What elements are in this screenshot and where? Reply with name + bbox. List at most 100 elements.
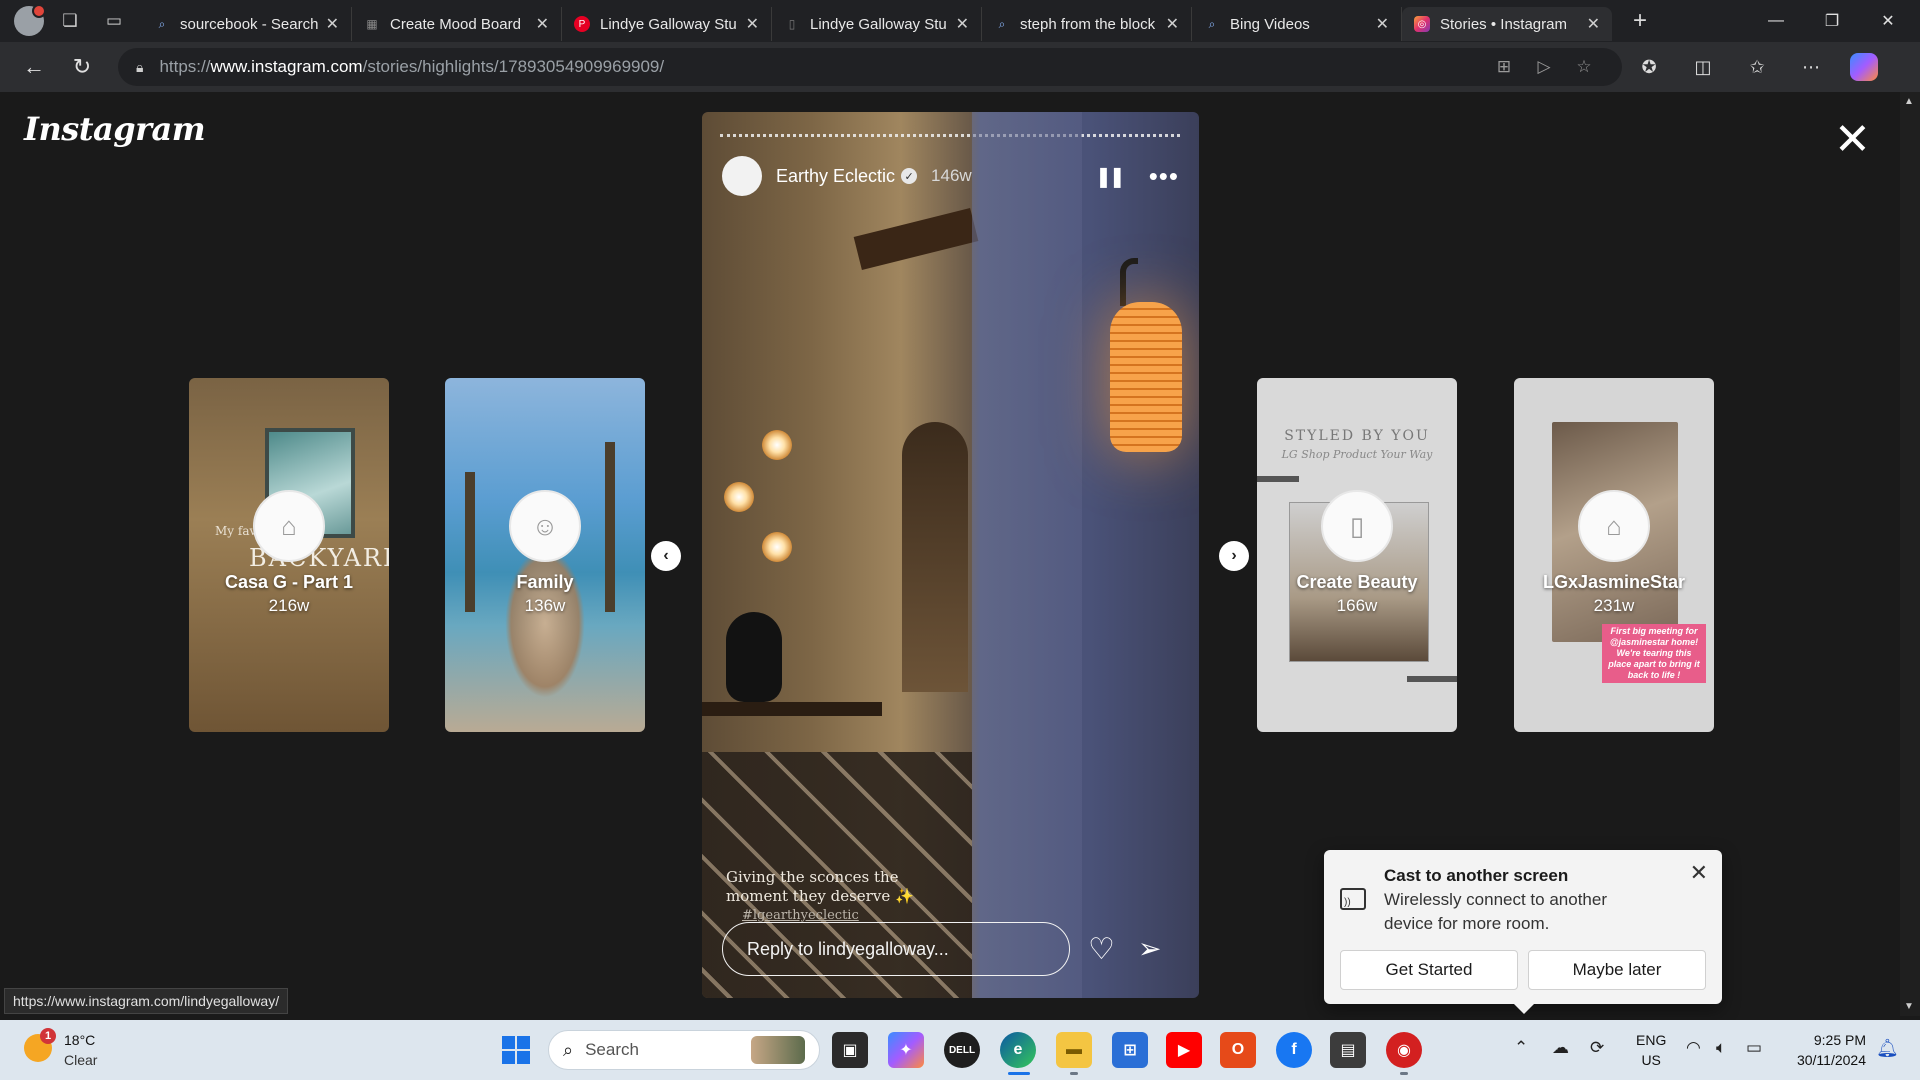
status-bar-url: https://www.instagram.com/lindyegalloway… (4, 988, 289, 1014)
story-image-lamp (1110, 302, 1182, 452)
taskbar-search[interactable]: ⌕ Search (548, 1030, 820, 1070)
story-caption: Giving the sconces the moment they deser… (726, 868, 946, 906)
taskbar-search-label: Search (585, 1040, 639, 1059)
edge-browser-icon[interactable]: e (1000, 1032, 1036, 1068)
tab-mood-board[interactable]: ▦ Create Mood Board ✕ (352, 7, 562, 41)
tab-lindye-pinterest[interactable]: P Lindye Galloway Stu ✕ (562, 7, 772, 41)
caption-line: moment they deserve ✨ (726, 887, 914, 905)
close-tab-icon[interactable]: ✕ (1587, 14, 1600, 34)
close-window-icon[interactable]: ✕ (1860, 0, 1916, 42)
onedrive-cloud-icon[interactable]: ☁ (1552, 1038, 1569, 1058)
previous-story-chevron-icon[interactable]: ‹ (651, 541, 681, 571)
security-app-icon[interactable]: ◉ (1386, 1032, 1422, 1068)
show-hidden-icons-chevron-icon[interactable]: ⌃ (1514, 1038, 1528, 1058)
task-view-icon[interactable]: ▣ (832, 1032, 868, 1068)
split-screen-icon[interactable]: ◫ (1676, 57, 1730, 78)
workspaces-icon[interactable]: ❏ (52, 5, 88, 37)
microsoft-store-icon[interactable]: ⊞ (1112, 1032, 1148, 1068)
notification-bell-icon[interactable]: 🔔︎ (1876, 1038, 1899, 1059)
tab-title: Bing Videos (1230, 15, 1310, 33)
get-started-button[interactable]: Get Started (1340, 950, 1518, 990)
weather-alert-badge: 1 (40, 1028, 56, 1044)
file-explorer-icon[interactable]: ▬ (1056, 1032, 1092, 1068)
more-options-icon[interactable]: ⋯ (1784, 57, 1838, 78)
facebook-icon[interactable]: f (1276, 1032, 1312, 1068)
start-windows-icon[interactable] (502, 1036, 530, 1064)
story-image-sconce (724, 482, 754, 512)
search-icon: ⌕ (158, 16, 166, 31)
tab-title: Lindye Galloway Stu (600, 15, 737, 33)
wifi-icon[interactable]: ◠ (1686, 1038, 1701, 1058)
thumbnail-bar (1257, 476, 1299, 482)
taskbar: 1 18°C Clear ⌕ Search ▣ ✦ DELL e ▬ ⊞ ▶ O… (0, 1020, 1920, 1080)
minimize-icon[interactable]: — (1748, 0, 1804, 42)
pinterest-icon: P (574, 16, 590, 32)
highlight-card-casa-g[interactable]: My fav BACKYARD ⌂ Casa G - Part 1 216w (189, 378, 389, 732)
read-aloud-icon[interactable]: ▷ (1524, 57, 1564, 77)
scroll-up-icon[interactable]: ▲ (1904, 96, 1914, 107)
weather-widget[interactable]: 1 18°C Clear (24, 1028, 144, 1072)
copilot-app-icon[interactable]: ✦ (888, 1032, 924, 1068)
url-input[interactable]: 🔒︎ https://www.instagram.com/stories/hig… (118, 48, 1622, 86)
tab-actions-icon[interactable]: ▭ (96, 5, 132, 37)
close-tab-icon[interactable]: ✕ (326, 14, 339, 34)
tab-title: Lindye Galloway Stu (810, 15, 947, 33)
system-clock[interactable]: 9:25 PM 30/11/2024 (1786, 1030, 1866, 1070)
tab-steph-block[interactable]: ⌕ steph from the block ✕ (982, 7, 1192, 41)
active-story[interactable]: Earthy Eclectic ✓ 146w ❚❚ ••• Giving the… (702, 112, 1199, 998)
story-hashtag[interactable]: #lgearthyeclectic (742, 908, 859, 923)
story-username[interactable]: Earthy Eclectic (776, 166, 895, 187)
story-image-beam (853, 207, 979, 271)
input-language[interactable]: ENG US (1636, 1030, 1666, 1070)
office-icon[interactable]: O (1220, 1032, 1256, 1068)
next-story-chevron-icon[interactable]: › (1219, 541, 1249, 571)
tab-sourcebook[interactable]: ⌕ sourcebook - Search ✕ (142, 7, 352, 41)
like-heart-icon[interactable]: ♡ (1088, 932, 1115, 967)
close-stories-icon[interactable]: ✕ (1834, 118, 1871, 162)
refresh-icon[interactable]: ↻ (60, 47, 104, 87)
verified-badge-icon: ✓ (901, 168, 918, 184)
highlight-card-lgxjasminestar[interactable]: ⌂ LGxJasmineStar 231w First big meeting … (1514, 378, 1714, 732)
send-icon[interactable]: ➢ (1138, 932, 1161, 965)
thumbnail-people (505, 548, 585, 698)
close-tab-icon[interactable]: ✕ (536, 14, 549, 34)
back-arrow-icon[interactable]: ← (12, 47, 56, 87)
media-app-icon[interactable]: ▤ (1330, 1032, 1366, 1068)
maybe-later-button[interactable]: Maybe later (1528, 950, 1706, 990)
close-tab-icon[interactable]: ✕ (1376, 14, 1389, 34)
dell-icon[interactable]: DELL (944, 1032, 980, 1068)
instagram-logo[interactable]: Instagram (24, 110, 206, 148)
tab-bing-videos[interactable]: ⌕ Bing Videos ✕ (1192, 7, 1402, 41)
profile-avatar[interactable] (14, 4, 46, 36)
favorites-icon[interactable]: ✩ (1730, 57, 1784, 78)
url-scheme: https:// (159, 57, 211, 76)
close-tab-icon[interactable]: ✕ (746, 14, 759, 34)
explorer-running-indicator (1070, 1072, 1078, 1075)
scroll-down-icon[interactable]: ▼ (1904, 1001, 1914, 1012)
close-tab-icon[interactable]: ✕ (956, 14, 969, 34)
youtube-icon[interactable]: ▶ (1166, 1032, 1202, 1068)
tab-title: Stories • Instagram (1440, 15, 1567, 33)
pause-icon[interactable]: ❚❚ (1095, 164, 1125, 189)
story-avatar[interactable] (722, 156, 762, 196)
tab-instagram-stories[interactable]: ◎ Stories • Instagram ✕ (1402, 7, 1612, 41)
favorite-star-icon[interactable]: ☆ (1564, 57, 1604, 77)
reply-input[interactable]: Reply to lindyegalloway... (722, 922, 1070, 976)
page-icon: ▯ (788, 17, 796, 31)
close-tab-icon[interactable]: ✕ (1166, 14, 1179, 34)
sync-icon[interactable]: ⟳ (1590, 1038, 1604, 1058)
copilot-icon[interactable] (1850, 53, 1878, 81)
more-options-icon[interactable]: ••• (1149, 161, 1179, 192)
close-toast-icon[interactable]: ✕ (1690, 860, 1708, 886)
extensions-icon[interactable]: ✪ (1622, 57, 1676, 78)
tab-lindye-page[interactable]: ▯ Lindye Galloway Stu ✕ (772, 7, 982, 41)
app-available-icon[interactable]: ⊞ (1484, 57, 1524, 77)
battery-icon[interactable]: ▭ (1746, 1038, 1762, 1058)
region-code: US (1641, 1052, 1661, 1068)
highlight-card-family[interactable]: ☺ Family 136w (445, 378, 645, 732)
volume-icon[interactable]: 🔈︎ (1716, 1038, 1726, 1058)
highlight-card-create-beauty[interactable]: STYLED BY YOU LG Shop Product Your Way ▯… (1257, 378, 1457, 732)
new-tab-icon[interactable]: + (1620, 7, 1660, 35)
page-scrollbar[interactable]: ▲ ▼ (1900, 92, 1920, 1016)
restore-icon[interactable]: ❐ (1804, 0, 1860, 42)
